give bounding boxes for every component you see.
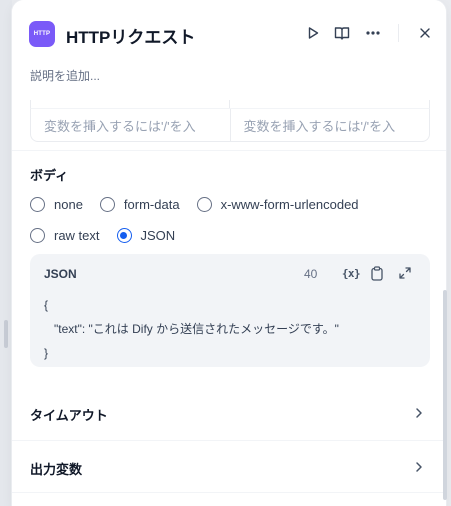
radio-label: JSON [140,228,176,243]
more-options-button[interactable] [362,22,384,44]
output-variables-section[interactable]: 出力変数 [12,442,446,494]
panel-title[interactable]: HTTPリクエスト [66,23,195,48]
http-node-icon: HTTP [29,21,55,47]
headers-table-upper-edge [30,100,430,108]
radio-x-www-form-urlencoded[interactable]: x-www-form-urlencoded [196,197,359,212]
section-divider [12,492,446,493]
insert-variable-button[interactable]: {x} [340,264,362,282]
radio-none[interactable]: none [30,197,83,212]
close-button[interactable] [414,22,436,44]
timeout-label: タイムアウト [30,407,108,423]
code-line: } [44,346,49,360]
section-divider [12,150,446,151]
radio-json[interactable]: JSON [116,228,176,243]
section-divider [12,440,446,441]
radio-label: none [54,197,83,212]
resize-handle[interactable] [4,320,8,348]
clipboard-icon [371,265,383,281]
code-line: "text": "これは Dify から送信されたメッセージです。" [54,322,339,336]
radio-raw-text[interactable]: raw text [30,228,100,243]
value-input[interactable]: 変数を挿入するには'/'を入 [229,109,430,141]
run-button[interactable] [302,22,324,44]
timeout-section[interactable]: タイムアウト [12,388,446,440]
radio-circle-selected [116,228,132,243]
header-divider [398,24,399,42]
radio-label: form-data [123,197,180,212]
radio-label: x-www-form-urlencoded [220,197,359,212]
canvas-edge [0,0,12,506]
help-doc-button[interactable] [331,22,353,44]
scrollbar[interactable] [443,290,447,500]
radio-circle [30,197,45,212]
chevron-right-icon [416,462,422,472]
body-type-radio-row-2: raw text JSON [30,228,192,243]
expand-button[interactable] [396,264,414,282]
body-section-label: ボディ [30,168,69,183]
close-icon [420,28,430,38]
key-input[interactable]: 変数を挿入するには'/'を入 [31,109,230,141]
json-editor[interactable]: JSON 40 {x} { "text": "これは Dify から送信されたメ… [30,254,430,367]
radio-form-data[interactable]: form-data [99,197,180,212]
radio-label: raw text [54,228,100,243]
code-line: { [44,298,49,312]
body-type-radio-row-1: none form-data x-www-form-urlencoded [30,197,376,212]
panel-body: 変数を挿入するには'/'を入 変数を挿入するには'/'を入 ボディ none f… [12,100,446,506]
description-input[interactable]: 説明を追加... [30,67,100,84]
variable-icon: {x} [341,266,361,280]
chevron-right-icon [416,408,422,418]
json-code[interactable]: { "text": "これは Dify から送信されたメッセージです。" } [44,293,339,365]
radio-circle [99,197,115,212]
play-icon [308,27,319,39]
node-settings-panel: HTTP HTTPリクエスト 説明を追加... 変数を挿入するには'/'を入 変… [12,0,446,506]
output-variables-label: 出力変数 [30,461,83,477]
panel-header: HTTP HTTPリクエスト 説明を追加... [12,0,446,100]
radio-circle [196,197,212,212]
more-horizontal-icon [366,31,380,35]
json-character-count: 40 [304,267,318,281]
radio-circle [30,228,45,243]
copy-button[interactable] [368,264,386,282]
book-icon [334,26,350,40]
key-value-row: 変数を挿入するには'/'を入 変数を挿入するには'/'を入 [30,108,430,142]
expand-icon [399,267,411,279]
json-editor-title: JSON [44,267,77,281]
